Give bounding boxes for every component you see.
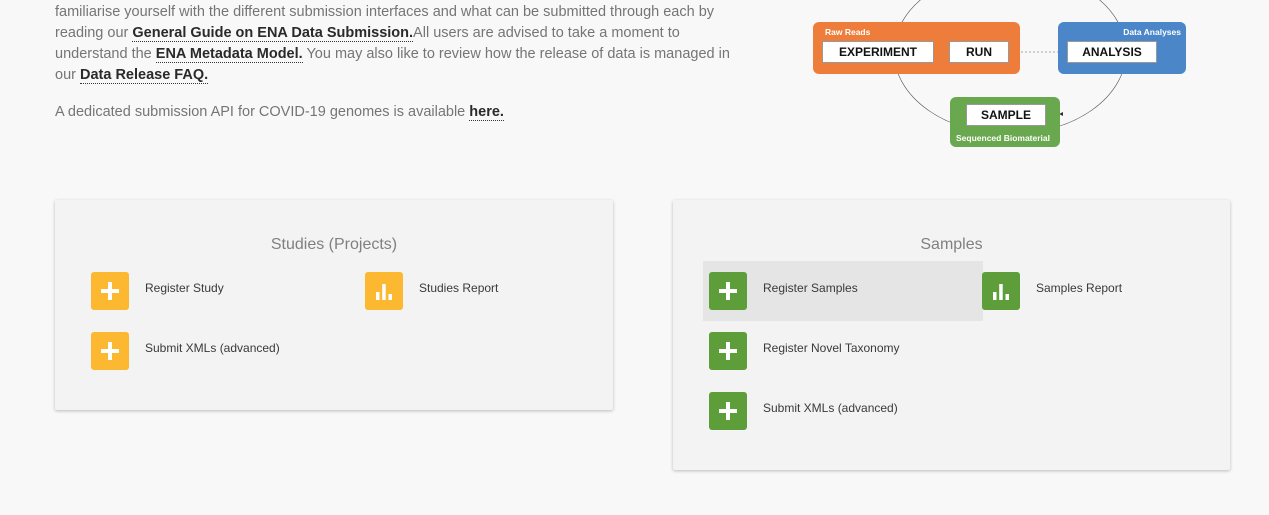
studies-card: Studies (Projects) Register Study Studie… xyxy=(55,200,613,410)
analysis-node: ANALYSIS xyxy=(1067,41,1157,63)
release-faq-link[interactable]: Data Release FAQ. xyxy=(80,67,209,84)
studies-submit-xml-button[interactable]: Submit XMLs (advanced) xyxy=(91,321,351,381)
experiment-node: EXPERIMENT xyxy=(822,41,934,63)
plus-icon xyxy=(91,272,129,310)
intro-paragraph: familiarise yourself with the different … xyxy=(55,4,730,84)
samples-card-title: Samples xyxy=(920,236,983,253)
samples-report-button[interactable]: Samples Report xyxy=(982,261,1222,321)
data-analyses-group: Data Analyses ANALYSIS xyxy=(1058,22,1186,74)
page: familiarise yourself with the different … xyxy=(0,0,1269,515)
samples-card: Samples Register Samples Samples Report … xyxy=(673,200,1230,470)
plus-icon xyxy=(709,332,747,370)
bar-chart-icon xyxy=(982,272,1020,310)
general-guide-link[interactable]: General Guide on ENA Data Submission. xyxy=(132,25,414,42)
covid-paragraph: A dedicated submission API for COVID-19 … xyxy=(55,104,504,121)
raw-reads-group: Raw Reads EXPERIMENT RUN xyxy=(813,22,1020,74)
metadata-model-diagram: Raw Reads EXPERIMENT RUN Data Analyses A… xyxy=(805,0,1200,152)
covid-api-link[interactable]: here. xyxy=(469,104,504,121)
intro-text: familiarise yourself with the different … xyxy=(55,2,745,139)
run-node: RUN xyxy=(949,41,1009,63)
plus-icon xyxy=(709,392,747,430)
samples-submit-xml-button[interactable]: Submit XMLs (advanced) xyxy=(709,381,979,441)
bar-chart-icon xyxy=(365,272,403,310)
sample-node: SAMPLE xyxy=(966,104,1046,126)
sample-group: SAMPLE Sequenced Biomaterial xyxy=(950,97,1060,147)
plus-icon xyxy=(709,272,747,310)
plus-icon xyxy=(91,332,129,370)
studies-report-button[interactable]: Studies Report xyxy=(365,261,605,321)
register-study-button[interactable]: Register Study xyxy=(91,261,331,321)
studies-card-title: Studies (Projects) xyxy=(270,236,398,253)
register-taxonomy-button[interactable]: Register Novel Taxonomy xyxy=(709,321,979,381)
metadata-model-link[interactable]: ENA Metadata Model. xyxy=(155,46,303,63)
register-samples-button[interactable]: Register Samples xyxy=(703,261,983,321)
